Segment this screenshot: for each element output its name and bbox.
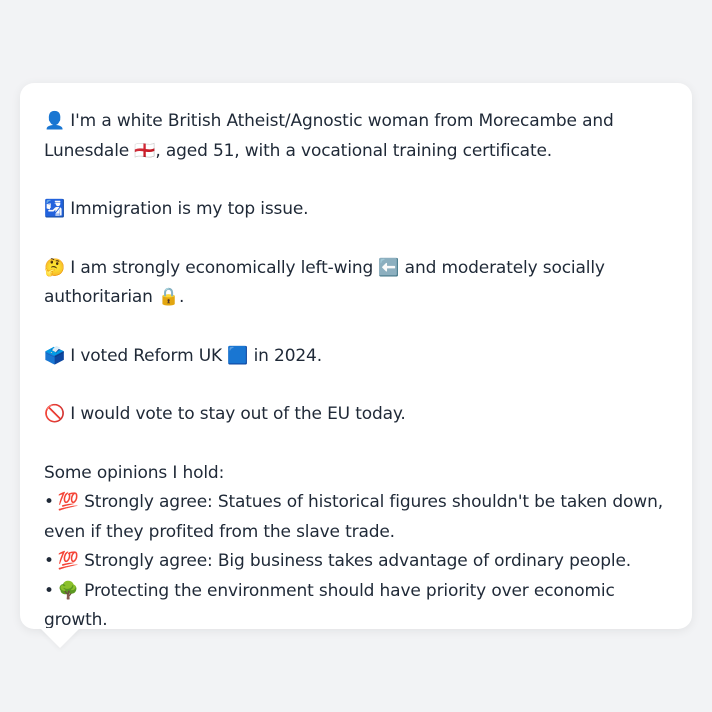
- message-bubble: 👤 I'm a white British Atheist/Agnostic w…: [20, 83, 692, 630]
- opinion-item: • 💯 Strongly agree: Statues of historical…: [44, 488, 670, 547]
- bullet: •: [44, 551, 54, 571]
- opinion-text: 💯 Strongly agree: Big business takes adv…: [57, 551, 632, 571]
- bullet: •: [44, 580, 54, 601]
- identity-text: 👤 I'm a white British Atheist/Agnostic w…: [44, 111, 614, 161]
- ideology-text: 🤔 I am strongly economically left-wing ⬅…: [44, 257, 605, 308]
- eu-text: 🚫 I would vote to stay out of the EU tod…: [44, 404, 406, 424]
- bubble-tail: [40, 628, 80, 648]
- opinion-item: • 💯 Strongly agree: Big business takes ad…: [44, 547, 670, 577]
- opinions-section: Some opinions I hold: • 💯 Strongly agree:…: [44, 459, 670, 636]
- opinion-text: 💯 Strongly agree: Statues of historical …: [44, 492, 663, 542]
- opinion-item: • 🌳 Protecting the environment should hav…: [44, 577, 670, 636]
- top-issue-text: 🛂 Immigration is my top issue.: [44, 199, 309, 219]
- opinions-heading: Some opinions I hold:: [44, 462, 225, 483]
- vote-text: 🗳️ I voted Reform UK 🟦 in 2024.: [44, 345, 322, 366]
- bullet: •: [44, 492, 54, 512]
- opinion-text: 🌳 Protecting the environment should have…: [44, 580, 615, 631]
